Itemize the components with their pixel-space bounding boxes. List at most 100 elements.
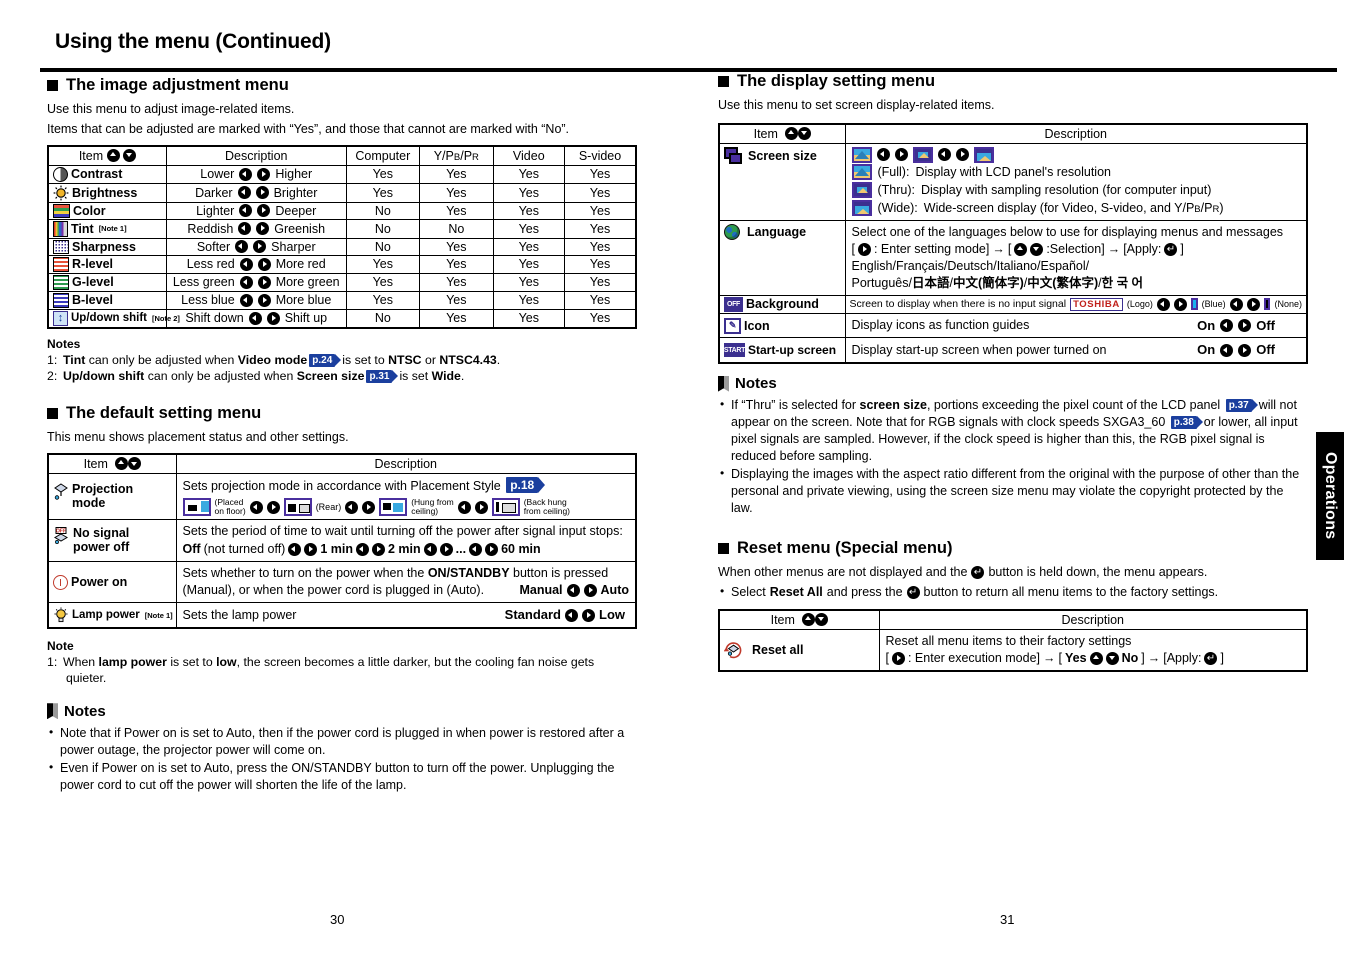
toshiba-logo[interactable]: TOSHIBA — [1070, 297, 1123, 311]
right-arrow-icon — [857, 242, 871, 256]
left-arrow-icon — [1156, 297, 1170, 311]
right-arrow-icon — [266, 311, 280, 325]
table-row: G-level Less green More green Yes Yes Yes… — [47, 272, 637, 292]
col-item: Item — [718, 609, 880, 630]
note-index: 2: — [47, 368, 58, 383]
item-label: B-level — [72, 293, 113, 307]
arrow-right-glyph: → — [1147, 650, 1161, 665]
item-label: Sharpness — [72, 239, 136, 254]
color-icon — [53, 203, 70, 218]
note-term: lamp power — [98, 654, 167, 669]
row-item-brightness: Brightness — [47, 182, 167, 203]
left-column: The image adjustment menu Use this menu … — [47, 76, 637, 795]
lamp-power-icon — [53, 607, 69, 623]
item-label: Color — [73, 203, 106, 218]
item-label: Screen size — [748, 148, 817, 163]
right-arrow-icon — [256, 222, 270, 235]
background-options-row: Screen to display when there is no input… — [850, 297, 1303, 311]
left-arrow-icon — [1229, 297, 1243, 311]
screen-size-full-icon[interactable] — [851, 146, 872, 163]
item-label-line2: mode — [72, 495, 106, 510]
screen-size-thru-row: (Thru): Display with sampling resolution… — [851, 182, 1301, 199]
cell-video: Yes — [492, 201, 566, 220]
down-arrow-icon — [797, 126, 811, 140]
note-index: 1: — [47, 352, 58, 367]
right-arrow-icon — [371, 543, 385, 557]
item-label: Reset all — [752, 642, 804, 657]
bullet-square-icon — [718, 76, 729, 87]
screen-size-thru-icon — [851, 182, 872, 199]
placed-on-floor-icon[interactable] — [182, 498, 211, 517]
table-row: Color Lighter Deeper No Yes Yes Yes — [47, 201, 637, 220]
right-arrow-icon — [474, 500, 488, 514]
screen-size-thru-icon[interactable] — [912, 146, 933, 163]
cell-ypbpr: Yes — [419, 164, 494, 184]
col-item-label: Item — [83, 457, 108, 472]
screen-size-wide-icon[interactable] — [973, 146, 994, 163]
right-arrow-icon — [891, 651, 905, 665]
sharpness-icon — [53, 239, 69, 254]
row-desc: Shift down Shift up — [165, 308, 347, 328]
page-ref-badge[interactable]: p.38 — [1170, 416, 1203, 430]
row-desc-icon: Display icons as function guides On Off — [844, 312, 1308, 339]
page-ref-badge[interactable]: p.24 — [309, 353, 342, 367]
page-root: Using the menu (Continued) The image adj… — [0, 0, 1351, 954]
left-arrow-icon — [1220, 343, 1234, 357]
apply-text: [Apply: — [1123, 241, 1162, 256]
display-setting-heading: The display setting menu — [718, 72, 1308, 91]
col-item: Item — [47, 453, 177, 475]
background-icon: OFF — [724, 296, 743, 312]
row-desc: Lighter Deeper — [165, 201, 347, 220]
full-label: (Full): — [877, 164, 910, 179]
left-arrow-icon — [239, 257, 253, 271]
value-on: On — [1197, 342, 1216, 358]
image-adjustment-note-1: 1: Tint can only be adjusted when Video m… — [47, 352, 637, 368]
none-swatch-icon[interactable] — [1263, 298, 1271, 311]
desc-right: More blue — [275, 293, 332, 307]
col-video: Video — [492, 145, 566, 166]
desc-left: Less red — [186, 257, 235, 271]
lamp-note-1: 1: When lamp power is set to low, the scr… — [47, 654, 637, 670]
thru-label: (Thru): — [877, 182, 916, 197]
note-term: Tint — [63, 352, 86, 367]
table-row: ↕ Up/down shift [Note 2] Shift down Shift u… — [47, 308, 637, 328]
display-setting-table: Item Description Screen size (Full): Dis… — [718, 122, 1308, 365]
table-row-lamp-power: Lamp power [Note 1] Sets the lamp power S… — [47, 602, 637, 629]
value-standard: Standard — [504, 607, 561, 623]
row-desc-startup-screen: Display start-up screen when power turne… — [844, 337, 1308, 364]
icon-desc-row: Display icons as function guides On Off — [852, 317, 1301, 335]
left-arrow-icon — [345, 500, 359, 514]
hung-from-ceiling-icon[interactable] — [379, 498, 408, 517]
page-ref-badge[interactable]: p.31 — [366, 369, 399, 383]
row-item-contrast: Contrast — [47, 164, 167, 184]
blue-swatch-icon[interactable] — [1190, 298, 1198, 311]
reset-all-icon — [723, 641, 743, 659]
cell-svideo: Yes — [564, 182, 637, 203]
cell-svideo: Yes — [564, 254, 637, 274]
icon-guide-icon: ✎ — [724, 317, 741, 334]
table-row-no-signal-power-off: OFF No signal power off Sets the period o… — [47, 519, 637, 563]
rear-icon[interactable] — [283, 498, 312, 517]
right-arrow-icon — [257, 275, 271, 289]
row-item-b-level: B-level — [47, 290, 167, 310]
desc-left: Less green — [172, 275, 235, 289]
back-hung-from-ceiling-icon[interactable] — [491, 498, 520, 517]
left-arrow-icon — [235, 240, 249, 253]
table-row-reset-all: Reset all Reset all menu items to their … — [718, 628, 1308, 672]
page-ref-badge[interactable]: p.37 — [1225, 399, 1258, 413]
tint-icon — [53, 220, 68, 237]
value-manual: Manual — [519, 583, 563, 598]
list-item: SelectReset Alland press thebutton to re… — [718, 583, 1308, 601]
value-ellipsis: ... — [455, 542, 467, 557]
page-ref-badge[interactable]: p.18 — [506, 477, 546, 494]
cell-video: Yes — [492, 254, 566, 274]
right-arrow-icon — [362, 500, 376, 514]
item-label-line1: No signal — [73, 525, 130, 540]
cell-svideo: Yes — [564, 201, 637, 220]
lamp-note-1-cont: quieter. — [66, 671, 107, 686]
table-row-language: Language Select one of the languages bel… — [718, 219, 1308, 296]
cell-computer: No — [345, 218, 421, 239]
image-adjustment-table: Item Description Computer Y/PB/PR Video … — [47, 144, 637, 329]
right-arrow-icon — [257, 167, 271, 181]
bullet-square-icon — [47, 408, 58, 420]
